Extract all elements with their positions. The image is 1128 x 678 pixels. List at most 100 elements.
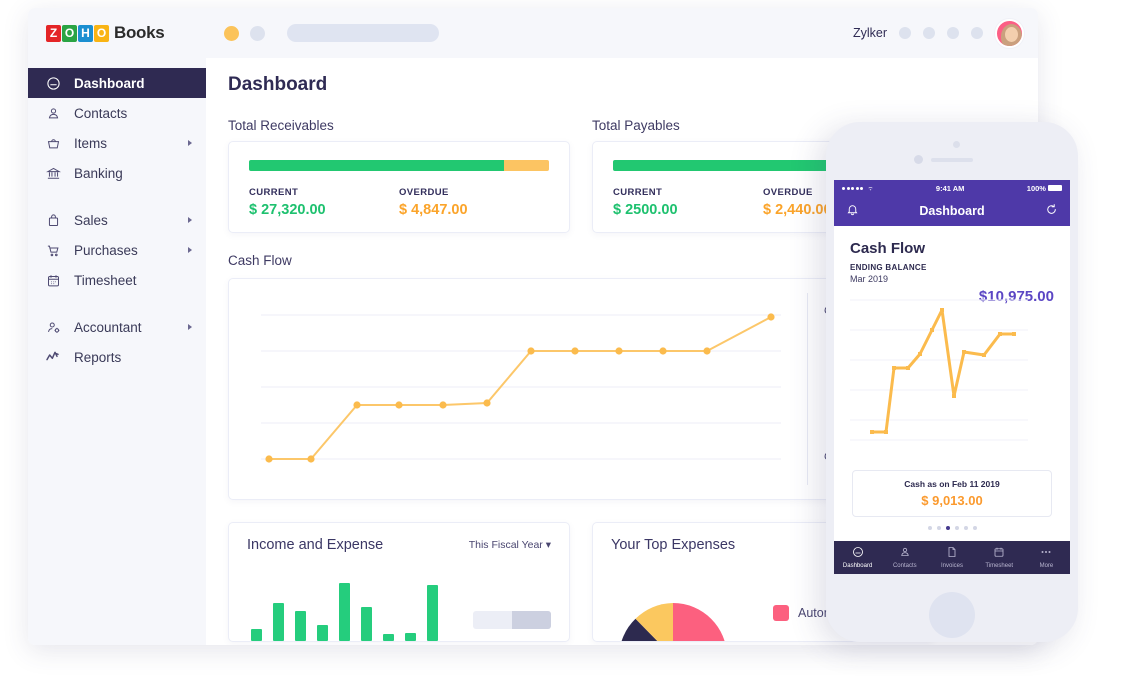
chevron-right-icon	[188, 140, 192, 146]
address-bar[interactable]	[287, 24, 439, 42]
sidebar-item-label: Items	[74, 135, 108, 151]
phone-tab-label: Timesheet	[985, 563, 1014, 569]
phone-tab-bar: Dashboard Contacts Invoices Timesheet Mo…	[834, 541, 1070, 574]
bar-7	[383, 634, 394, 641]
cashflow-line	[269, 316, 772, 460]
legend-swatch-automobile	[773, 605, 789, 621]
page-dot-6[interactable]	[972, 526, 977, 530]
page-dot-2[interactable]	[936, 526, 941, 530]
phone-gridlines	[850, 299, 1028, 441]
cashflow-chart	[247, 297, 795, 483]
income-expense-bars	[251, 583, 438, 641]
zoho-books-logo[interactable]: Z O H O Books	[46, 23, 224, 43]
header-icon-1[interactable]	[899, 27, 911, 39]
phone-tab-dashboard[interactable]: Dashboard	[834, 541, 881, 574]
income-expense-header: Income and Expense This Fiscal Year ▾	[247, 537, 551, 553]
page-dot-1[interactable]	[927, 526, 932, 530]
sidebar-item-contacts[interactable]: Contacts	[28, 98, 206, 128]
phone-tab-timesheet[interactable]: Timesheet	[976, 541, 1023, 574]
more-icon	[1040, 546, 1052, 561]
page-dot-4[interactable]	[954, 526, 959, 530]
zoho-logo-tiles: Z O H O	[46, 24, 109, 42]
sidebar-item-purchases[interactable]: Purchases	[28, 235, 206, 265]
phone-tab-label: Invoices	[941, 563, 964, 569]
sidebar-item-timesheet[interactable]: Timesheet	[28, 265, 206, 295]
sidebar: Dashboard Contacts Items Banking Sales P…	[28, 58, 206, 645]
phone-chart-svg	[850, 299, 1028, 441]
sidebar-item-items[interactable]: Items	[28, 128, 206, 158]
logo-tile-z: Z	[46, 24, 61, 42]
accountant-icon	[45, 320, 61, 335]
sidebar-item-dashboard[interactable]: Dashboard	[28, 68, 206, 98]
current-label: CURRENT	[613, 187, 663, 198]
sidebar-item-label: Reports	[74, 349, 122, 365]
items-icon	[45, 136, 61, 151]
phone-tab-label: Contacts	[892, 563, 917, 569]
logo-tile-o1: O	[62, 24, 77, 42]
banking-icon	[45, 166, 61, 181]
battery-percent: 100%	[1026, 183, 1046, 193]
phone-nav-title: Dashboard	[919, 204, 985, 218]
phone-cash-as-on-card[interactable]: Cash as on Feb 11 2019 $ 9,013.00	[852, 470, 1052, 517]
sidebar-item-accountant[interactable]: Accountant	[28, 312, 206, 342]
screenshot-stage: Z O H O Books Zylker Dashboard Contacts …	[0, 0, 1128, 678]
phone-tab-label: Dashboard	[842, 563, 873, 569]
phone-card-title: Cash Flow	[850, 240, 926, 257]
page-dot-5[interactable]	[963, 526, 968, 530]
browser-toolbar: Z O H O Books Zylker	[28, 8, 1038, 58]
organization-switcher[interactable]: Zylker	[853, 26, 887, 40]
bell-icon[interactable]	[846, 203, 859, 219]
chevron-right-icon	[188, 247, 192, 253]
page-dot-3-active[interactable]	[945, 526, 950, 530]
income-expense-title: Income and Expense	[247, 537, 384, 553]
bar-6	[361, 607, 372, 641]
receivables-current: CURRENT $ 27,320.00	[249, 187, 399, 218]
header-icon-4[interactable]	[971, 27, 983, 39]
cashflow-svg	[261, 313, 781, 463]
contacts-icon	[45, 106, 61, 121]
phone-screen: 9:41 AM 100% Dashboard Cash Flow ENDING …	[834, 180, 1070, 574]
top-expenses-pie	[613, 597, 733, 641]
purchases-icon	[45, 243, 61, 258]
phone-cashflow-chart	[850, 292, 1054, 460]
avatar[interactable]	[995, 18, 1024, 48]
signal-icon	[842, 185, 874, 192]
income-expense-filter[interactable]: This Fiscal Year ▾	[469, 539, 551, 551]
current-label: CURRENT	[249, 187, 299, 198]
home-button[interactable]	[929, 592, 975, 638]
sidebar-item-label: Contacts	[74, 105, 128, 121]
bar-5	[339, 583, 350, 641]
progress-current-segment	[249, 160, 504, 171]
phone-tab-label: More	[1039, 563, 1054, 569]
bar-3	[295, 611, 306, 641]
phone-tab-contacts[interactable]: Contacts	[881, 541, 928, 574]
income-expense-toggle[interactable]	[473, 611, 551, 629]
gray-dot[interactable]	[250, 25, 265, 41]
bar-4	[317, 625, 328, 641]
receivables-progress-bar	[249, 160, 549, 171]
income-expense-card[interactable]: Income and Expense This Fiscal Year ▾	[228, 522, 570, 642]
phone-tab-invoices[interactable]: Invoices	[928, 541, 975, 574]
page-title: Dashboard	[228, 74, 328, 95]
phone-mockup: 9:41 AM 100% Dashboard Cash Flow ENDING …	[826, 122, 1078, 642]
receivables-card[interactable]: CURRENT $ 27,320.00 OVERDUE $ 4,847.00	[228, 141, 570, 233]
refresh-icon[interactable]	[1045, 203, 1058, 219]
progress-overdue-segment	[504, 160, 549, 171]
sidebar-item-sales[interactable]: Sales	[28, 205, 206, 235]
payables-current: CURRENT $ 2500.00	[613, 187, 763, 218]
cashflow-gridlines	[261, 314, 781, 460]
total-receivables-block: Total Receivables CURRENT $ 27,320.00 OV…	[228, 118, 570, 233]
header-icon-3[interactable]	[947, 27, 959, 39]
sidebar-item-banking[interactable]: Banking	[28, 158, 206, 188]
dashboard-icon	[45, 76, 61, 91]
sidebar-item-label: Dashboard	[74, 75, 145, 91]
top-expenses-title: Your Top Expenses	[611, 537, 736, 553]
amber-dot[interactable]	[224, 25, 239, 41]
sidebar-item-label: Purchases	[74, 242, 138, 258]
header-icon-2[interactable]	[923, 27, 935, 39]
phone-tab-more[interactable]: More	[1023, 541, 1070, 574]
sidebar-divider-2	[28, 295, 206, 312]
bar-8	[405, 633, 416, 641]
phone-cashflow-line	[872, 308, 1014, 434]
sidebar-item-reports[interactable]: Reports	[28, 342, 206, 372]
